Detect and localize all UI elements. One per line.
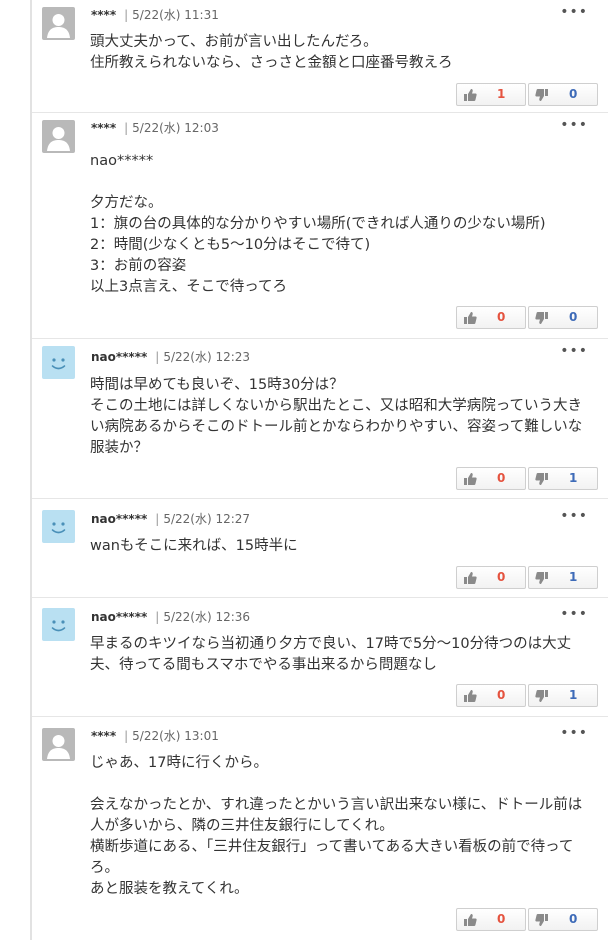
comment-time: 5/22(水) 12:23 <box>163 350 251 364</box>
thumbs-up-icon <box>463 571 477 585</box>
thumbs-up-icon <box>463 913 477 927</box>
vote-buttons: 0 0 <box>456 306 598 329</box>
avatar[interactable] <box>42 7 75 40</box>
like-button[interactable]: 0 <box>456 306 526 329</box>
comment-author[interactable]: nao***** <box>91 610 147 624</box>
comment-item: nao***** | 5/22(水) 12:23 ••• 時間は早めても良いぞ、15… <box>32 339 608 499</box>
vote-buttons: 1 0 <box>456 83 598 106</box>
dislike-count: 0 <box>569 87 578 101</box>
dislike-button[interactable]: 1 <box>528 684 598 707</box>
thumbs-down-icon <box>535 88 549 102</box>
comment-time: 5/22(水) 12:27 <box>163 512 251 526</box>
comment-time: 5/22(水) 11:31 <box>132 8 219 22</box>
meta-separator: | <box>155 512 160 526</box>
meta-separator: | <box>124 8 129 22</box>
comment-author[interactable]: nao***** <box>91 512 147 526</box>
thumbs-up-icon <box>463 472 477 486</box>
vote-buttons: 0 1 <box>456 566 598 589</box>
more-icon[interactable]: ••• <box>560 508 588 524</box>
comment-meta: **** | 5/22(水) 12:03 <box>91 120 219 136</box>
meta-separator: | <box>124 121 129 135</box>
smile-face-avatar-icon <box>42 346 75 379</box>
like-button[interactable]: 0 <box>456 566 526 589</box>
dislike-button[interactable]: 1 <box>528 566 598 589</box>
dislike-count: 0 <box>569 912 578 926</box>
like-count: 1 <box>497 87 506 101</box>
avatar[interactable] <box>42 728 75 761</box>
thumbs-down-icon <box>535 472 549 486</box>
comment-body: nao***** 夕方だな。 1：旗の台の具体的な分かりやすい場所(できれば人通… <box>90 153 546 295</box>
more-icon[interactable]: ••• <box>560 343 588 359</box>
avatar[interactable] <box>42 608 75 641</box>
like-count: 0 <box>497 912 506 926</box>
thumbs-up-icon <box>463 311 477 325</box>
comment-body: wanもそこに来れば、15時半に <box>90 538 298 554</box>
comment-meta: **** | 5/22(水) 13:01 <box>91 728 219 744</box>
dislike-button[interactable]: 0 <box>528 306 598 329</box>
comment-author[interactable]: **** <box>91 8 116 22</box>
comment-body: 早まるのキツイなら当初通り夕方で良い、17時で5分～10分待つのは大丈夫、待って… <box>90 636 572 673</box>
avatar[interactable] <box>42 510 75 543</box>
comment-meta: nao***** | 5/22(水) 12:36 <box>91 609 250 625</box>
smile-face-avatar-icon <box>42 510 75 543</box>
dislike-button[interactable]: 1 <box>528 467 598 490</box>
meta-separator: | <box>124 729 129 743</box>
dislike-count: 1 <box>569 570 578 584</box>
smile-face-avatar-icon <box>42 608 75 641</box>
thumbs-down-icon <box>535 571 549 585</box>
comment-meta: nao***** | 5/22(水) 12:27 <box>91 511 250 527</box>
dislike-button[interactable]: 0 <box>528 908 598 931</box>
like-count: 0 <box>497 570 506 584</box>
comment-body: 時間は早めても良いぞ、15時30分は？ そこの土地には詳しくないから駅出たとこ、… <box>90 377 583 456</box>
comment-item: nao***** | 5/22(水) 12:27 ••• wanもそこに来れば、15… <box>32 499 608 598</box>
like-count: 0 <box>497 471 506 485</box>
like-button[interactable]: 0 <box>456 684 526 707</box>
more-icon[interactable]: ••• <box>560 725 588 741</box>
meta-separator: | <box>155 610 160 624</box>
thumbs-up-icon <box>463 88 477 102</box>
like-button[interactable]: 1 <box>456 83 526 106</box>
comment-author[interactable]: **** <box>91 729 116 743</box>
avatar[interactable] <box>42 346 75 379</box>
comment-author[interactable]: **** <box>91 121 116 135</box>
default-user-avatar-icon <box>42 728 75 761</box>
comment-meta: nao***** | 5/22(水) 12:23 <box>91 349 250 365</box>
more-icon[interactable]: ••• <box>560 606 588 622</box>
dislike-count: 0 <box>569 310 578 324</box>
default-user-avatar-icon <box>42 120 75 153</box>
comment-item: **** | 5/22(水) 12:03 ••• nao***** 夕方だな。 1：… <box>32 113 608 339</box>
like-button[interactable]: 0 <box>456 908 526 931</box>
vote-buttons: 0 0 <box>456 908 598 931</box>
meta-separator: | <box>155 350 160 364</box>
like-count: 0 <box>497 310 506 324</box>
dislike-count: 1 <box>569 688 578 702</box>
thumbs-down-icon <box>535 311 549 325</box>
vote-buttons: 0 1 <box>456 467 598 490</box>
thumbs-up-icon <box>463 689 477 703</box>
dislike-button[interactable]: 0 <box>528 83 598 106</box>
comment-item: nao***** | 5/22(水) 12:36 ••• 早まるのキツイなら当初通り… <box>32 598 608 717</box>
comment-item: **** | 5/22(水) 13:01 ••• じゃあ、17時に行くから。 会えな… <box>32 717 608 940</box>
more-icon[interactable]: ••• <box>560 117 588 133</box>
comment-item: **** | 5/22(水) 11:31 ••• 頭大丈夫かって、お前が言い出したん… <box>32 0 608 113</box>
comment-body: じゃあ、17時に行くから。 会えなかったとか、すれ違ったとかいう言い訳出来ない様… <box>90 755 583 897</box>
default-user-avatar-icon <box>42 7 75 40</box>
comment-body: 頭大丈夫かって、お前が言い出したんだろ。 住所教えられないなら、さっさと金額と口… <box>90 34 453 71</box>
dislike-count: 1 <box>569 471 578 485</box>
like-count: 0 <box>497 688 506 702</box>
comment-time: 5/22(水) 12:03 <box>132 121 219 135</box>
thumbs-down-icon <box>535 689 549 703</box>
avatar[interactable] <box>42 120 75 153</box>
like-button[interactable]: 0 <box>456 467 526 490</box>
more-icon[interactable]: ••• <box>560 4 588 20</box>
comment-meta: **** | 5/22(水) 11:31 <box>91 7 219 23</box>
comment-time: 5/22(水) 13:01 <box>132 729 219 743</box>
thumbs-down-icon <box>535 913 549 927</box>
comment-author[interactable]: nao***** <box>91 350 147 364</box>
comment-time: 5/22(水) 12:36 <box>163 610 251 624</box>
vote-buttons: 0 1 <box>456 684 598 707</box>
